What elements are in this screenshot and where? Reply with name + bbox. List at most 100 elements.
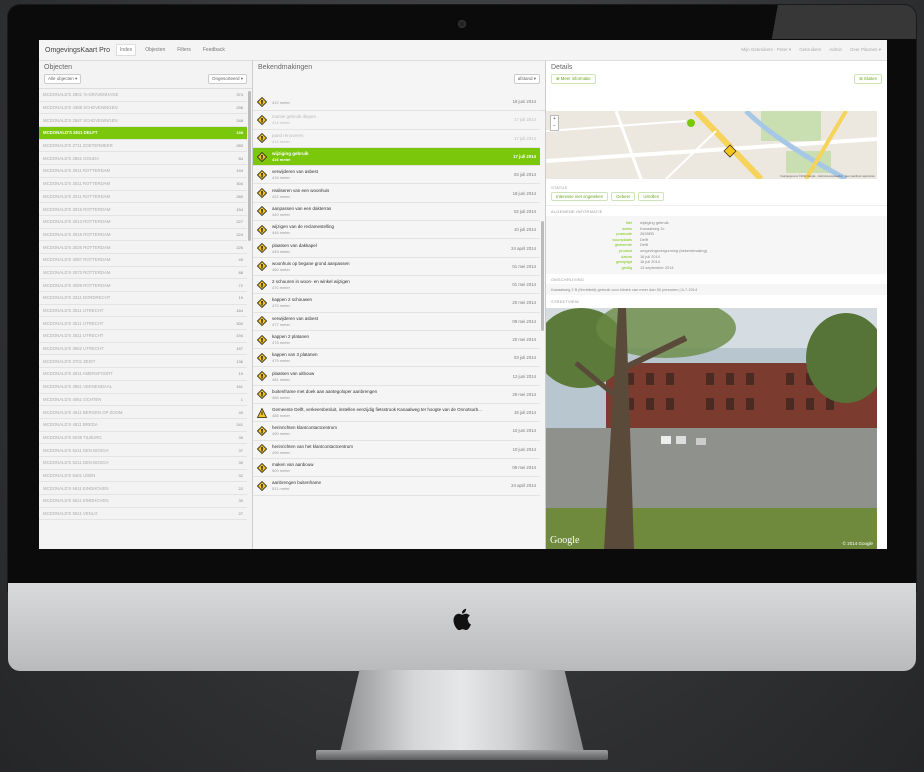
object-row[interactable]: MCDONALD'S 2801 'S-GRAVENHAGE 374 (39, 89, 247, 102)
event-distance: 490 meter (272, 431, 291, 437)
object-row[interactable]: MCDONALD'S 3015 ROTTERDAM 154 (39, 203, 247, 216)
status-button-interest[interactable]: Interesse niet ongeteken (551, 192, 609, 201)
object-row[interactable]: MCDONALD'S 4388 SCHEVENINGEN 296 (39, 102, 247, 115)
object-row[interactable]: MCDONALD'S 5401 UDEN 32 (39, 470, 247, 483)
event-row[interactable]: 2 schuuren in woon- en winkel wijzigen 47… (253, 276, 540, 295)
object-row[interactable]: MCDONALD'S 5211 DEN BOSCH 37 (39, 444, 247, 457)
nav-feedback[interactable]: Feedback (200, 45, 228, 55)
object-row[interactable]: MCDONALD'S 3072 ROTTERDAM 88 (39, 267, 247, 280)
streetview-photo[interactable]: Google © 2014 Google (546, 308, 877, 549)
event-text: buitenframe met doek aan aantegoloper aa… (272, 389, 512, 400)
nav-index[interactable]: Index (115, 44, 137, 56)
object-row[interactable]: MCDONALD'S 4811 BREDA 241 (39, 419, 247, 432)
nav-admin[interactable]: Admin (829, 47, 842, 53)
object-count: 161 (236, 384, 243, 390)
object-row[interactable]: MCDONALD'S 3011 ROTTERDAM 194 (39, 165, 247, 178)
objects-scrollbar[interactable] (248, 91, 251, 241)
event-row[interactable]: buitenframe met doek aan aantegoloper aa… (253, 386, 540, 405)
nav-filters[interactable]: Filters (174, 45, 194, 55)
events-sort-select[interactable]: afstand ▾ (513, 74, 540, 84)
event-row[interactable]: maken van aanbouw 500 meter 09 mei 2014 (253, 459, 540, 478)
object-row[interactable]: MCDONALD'S 2711 ZOETERMEER 283 (39, 140, 247, 153)
event-row[interactable]: aanbrengen buitenframe 511 meter 24 april … (253, 477, 540, 496)
object-row[interactable]: MCDONALD'S 3087 ROTTERDAM 45 (39, 254, 247, 267)
object-row[interactable]: MCDONALD'S 2587 SCHEVENINGEN 248 (39, 114, 247, 128)
status-button-uitrollen[interactable]: Uitrollen (638, 192, 665, 201)
object-row[interactable]: MCDONALD'S 5038 TILBURG 39 (39, 432, 247, 445)
event-row[interactable]: inantie gebruik diepen 414 meter 17 juli 2… (253, 111, 540, 130)
map-graphic (546, 111, 877, 179)
event-row[interactable]: wijzigen van de reclamestelling 448 meter… (253, 221, 540, 240)
nav-plannen[interactable]: Over Plannen ▾ (850, 47, 881, 53)
nav-objecten[interactable]: Objecten (142, 45, 168, 55)
event-row[interactable]: woonhuis op begane grond aanpassen 460 me… (253, 258, 540, 276)
objects-filter-select[interactable]: Alle objecten ▾ (44, 74, 82, 84)
object-row[interactable]: MCDONALD'S 5611 VENLO 27 (39, 508, 247, 521)
object-row[interactable]: MCDONALD'S 3511 UTRECHT 300 (39, 317, 247, 331)
event-text: pand renoveren 414 meter (272, 133, 514, 144)
object-row[interactable]: MCDONALD'S 3089 ROTTERDAM 72 (39, 279, 247, 292)
object-row[interactable]: MCDONALD'S 3016 ROTTERDAM 224 (39, 229, 247, 242)
event-row[interactable]: wijziging gebruik 416 meter 17 juli 2014 (253, 147, 540, 167)
event-date: 01 mei 2014 (512, 282, 536, 288)
event-row[interactable]: plaatsen van uitbouw 481 meter 12 juni 201… (253, 367, 540, 386)
location-map[interactable]: + − Kaartgegevens ©2014 Google · Gebruiks… (546, 111, 877, 179)
event-row[interactable]: pand renoveren 414 meter 17 juli 2014 (253, 130, 540, 148)
object-row[interactable]: MCDONALD'S 3011 ROTTERDAM 289 (39, 191, 247, 204)
event-text: plaatsen van uitbouw 481 meter (272, 371, 513, 382)
event-distance: 470 meter (272, 303, 291, 309)
event-row[interactable]: 412 meter 18 juni 2014 (253, 93, 540, 112)
construction-sign-icon (257, 169, 267, 180)
object-row[interactable]: MCDONALD'S 4061 OCHTEN 1 (39, 394, 247, 407)
nav-gebruikers[interactable]: Gebruikers (799, 47, 821, 53)
event-row[interactable]: aanpassen van een dakterras 440 meter 02 j… (253, 203, 540, 222)
info-field: geldig 13 september 2014 (546, 265, 887, 271)
event-row[interactable]: herinrichten klantcontactcentrum 490 mete… (253, 422, 540, 441)
event-title: wijzigen van de reclamestelling (272, 224, 335, 230)
close-button[interactable]: ⊗ Sluiten (854, 74, 882, 84)
object-row[interactable]: MCDONALD'S 3026 ROTTERDAM 226 (39, 241, 247, 254)
event-distance: 511 meter (272, 486, 290, 492)
object-row[interactable]: MCDONALD'S 2611 DELFT 198 (39, 127, 247, 140)
object-row[interactable]: MCDONALD'S 3511 UTRECHT 164 (39, 305, 247, 318)
object-count: 164 (236, 308, 243, 314)
more-info-button[interactable]: ⊕ Meer informatie (551, 74, 596, 84)
events-scrollbar[interactable] (541, 221, 544, 331)
object-name: MCDONALD'S 2801 'S-GRAVENHAGE (43, 92, 119, 98)
object-row[interactable]: MCDONALD'S 4611 BERGEN OP ZOOM 40 (39, 406, 247, 419)
event-row[interactable]: kappen 2 schouwen 470 meter 20 mei 2014 (253, 294, 540, 313)
object-row[interactable]: MCDONALD'S 3013 ROTTERDAM 227 (39, 216, 247, 229)
event-row[interactable]: Gemeente Delft, verkeersbesluit, instell… (253, 404, 540, 423)
object-row[interactable]: MCDONALD'S 5611 EINDHOVEN 22 (39, 482, 247, 495)
app-brand[interactable]: OmgevingsKaart Pro (45, 47, 110, 54)
event-row[interactable]: plaatsen van dakkapel 449 meter 24 april 2… (253, 239, 540, 258)
object-row[interactable]: MCDONALD'S 3562 UTRECHT 157 (39, 343, 247, 356)
object-row[interactable]: MCDONALD'S 3311 DORDRECHT 19 (39, 292, 247, 305)
event-row[interactable]: realiseren van een woonhuis 422 meter 18 j… (253, 184, 540, 203)
event-row[interactable]: kappen van 3 platanen 479 meter 03 juli 20… (253, 349, 540, 368)
event-row[interactable]: kappen 2 platanen 478 meter 20 mei 2014 (253, 331, 540, 350)
user-menu[interactable]: Mijn Gebruikers · Peter ▾ (741, 47, 791, 53)
object-row[interactable]: MCDONALD'S 3511 UTRECHT 194 (39, 330, 247, 343)
event-row[interactable]: verwijderen van asbest 477 meter 09 mei 20… (253, 313, 540, 331)
construction-sign-icon (257, 243, 267, 254)
status-button-gebeer[interactable]: Gebeer (611, 192, 636, 201)
object-count: 27 (238, 511, 243, 517)
objects-header: Objecten Alle objecten ▾ Ongesorteerd ▾ (39, 61, 252, 89)
general-info-fields: titel wijziging gebruik adres Kanaalweg 2c p… (546, 216, 887, 275)
apple-logo-icon (453, 608, 471, 630)
event-date: 12 juni 2014 (512, 373, 536, 379)
object-row[interactable]: MCDONALD'S 3861 VEENENDAAL 161 (39, 381, 247, 394)
map-zoom-control[interactable]: + − (550, 115, 559, 131)
object-row[interactable]: MCDONALD'S 5611 EINDHOVEN 30 (39, 495, 247, 508)
event-distance: 414 meter (272, 120, 291, 126)
object-row[interactable]: MCDONALD'S 5211 DEN BOSCH 30 (39, 457, 247, 470)
object-row[interactable]: MCDONALD'S 3701 ZEIST 136 (39, 355, 247, 369)
info-field-value: 13 september 2014 (640, 264, 674, 270)
object-row[interactable]: MCDONALD'S 2861 GOUDA 84 (39, 152, 247, 166)
event-row[interactable]: herinrichten van het klantcontactcentrum… (253, 441, 540, 459)
object-row[interactable]: MCDONALD'S 3811 AMERSFOORT 19 (39, 368, 247, 381)
event-row[interactable]: verwijderen van asbest 416 meter 03 juli 2… (253, 166, 540, 185)
objects-sort-select[interactable]: Ongesorteerd ▾ (207, 74, 247, 84)
object-row[interactable]: MCDONALD'S 3011 ROTTERDAM 304 (39, 178, 247, 191)
